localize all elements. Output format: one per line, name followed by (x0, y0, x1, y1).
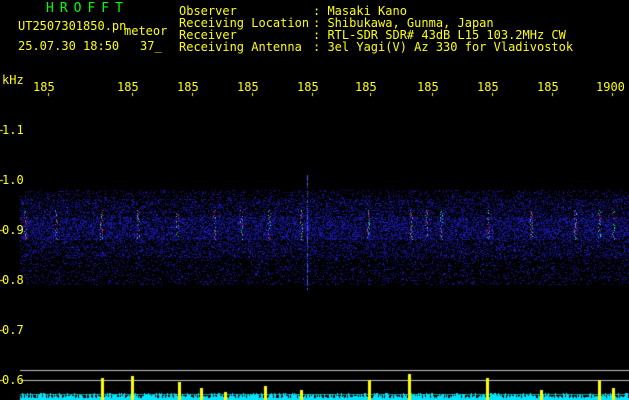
y-tick-label: 0.9 (2, 223, 24, 237)
count-label: 37_ (140, 39, 162, 53)
brand-title: HROFFT (46, 1, 129, 16)
datetime-label: 25.07.30 18:50 (18, 39, 120, 53)
x-tick-label: 185 (117, 80, 139, 94)
x-tick-label: 185 (297, 80, 319, 94)
y-tick-label: 0.8 (2, 273, 24, 287)
y-axis-unit: kHz (2, 73, 24, 87)
x-tick-label: 185 (417, 80, 439, 94)
spectrogram-canvas (0, 0, 629, 400)
x-tick-label: 185 (177, 80, 199, 94)
x-tick-label: 1900 (596, 80, 625, 94)
filename-label: UT2507301850.pn (18, 19, 127, 33)
x-tick-label: 185 (537, 80, 559, 94)
x-tick-label: 185 (477, 80, 499, 94)
y-tick-label: 1.0 (2, 173, 24, 187)
x-tick-label: 185 (237, 80, 259, 94)
info-label-antenna: Receiving Antenna (179, 40, 302, 54)
y-tick-label: 0.7 (2, 323, 24, 337)
x-tick-label: 185 (355, 80, 377, 94)
y-tick-label: 1.1 (2, 123, 24, 137)
mode-label: meteor (124, 24, 168, 38)
y-tick-label: 0.6 (2, 373, 24, 387)
info-value-antenna: : 3el Yagi(V) Az 330 for Vladivostok (313, 40, 574, 54)
x-tick-label: 185 (33, 80, 55, 94)
